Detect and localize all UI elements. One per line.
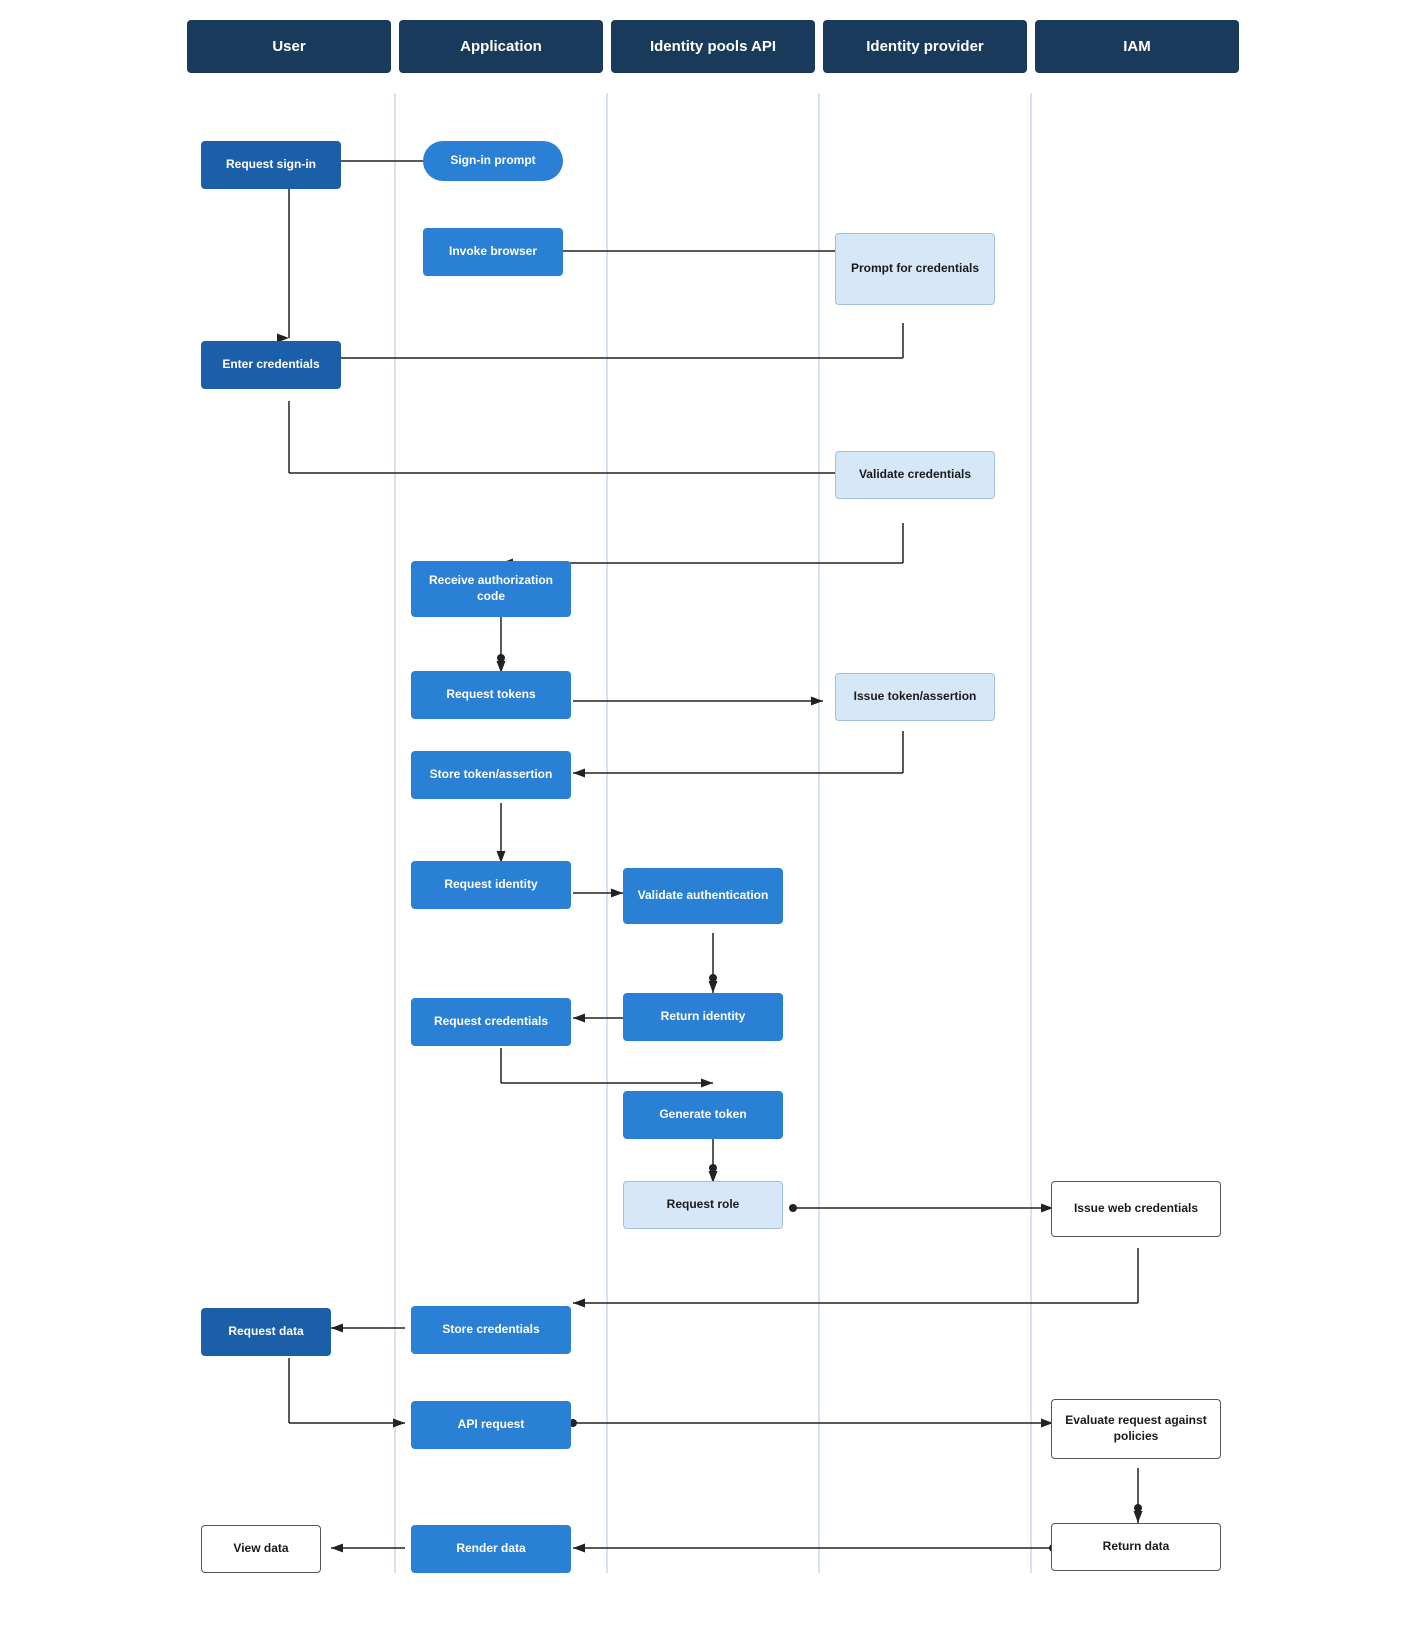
request-credentials-node: Request credentials xyxy=(411,998,571,1046)
request-tokens-node: Request tokens xyxy=(411,671,571,719)
header-user: User xyxy=(187,20,391,73)
request-data-node: Request data xyxy=(201,1308,331,1356)
store-token-assertion-node: Store token/assertion xyxy=(411,751,571,799)
header-iam: IAM xyxy=(1035,20,1239,73)
request-role-node: Request role xyxy=(623,1181,783,1229)
prompt-credentials-node: Prompt for credentials xyxy=(835,233,995,305)
view-data-node: View data xyxy=(201,1525,321,1573)
store-credentials-node: Store credentials xyxy=(411,1306,571,1354)
request-identity-node: Request identity xyxy=(411,861,571,909)
render-data-node: Render data xyxy=(411,1525,571,1573)
issue-token-assertion-node: Issue token/assertion xyxy=(835,673,995,721)
return-data-node: Return data xyxy=(1051,1523,1221,1571)
header-application: Application xyxy=(399,20,603,73)
arrows-svg xyxy=(183,93,1243,1593)
enter-credentials-node: Enter credentials xyxy=(201,341,341,389)
column-headers: User Application Identity pools API Iden… xyxy=(183,20,1243,73)
header-identity-pools: Identity pools API xyxy=(611,20,815,73)
invoke-browser-node: Invoke browser xyxy=(423,228,563,276)
issue-web-credentials-node: Issue web credentials xyxy=(1051,1181,1221,1237)
sign-in-prompt-node: Sign-in prompt xyxy=(423,141,563,181)
header-identity-provider: Identity provider xyxy=(823,20,1027,73)
receive-auth-code-node: Receive authorization code xyxy=(411,561,571,617)
validate-credentials-node: Validate credentials xyxy=(835,451,995,499)
diagram-inner: Request sign-in Enter credentials Reques… xyxy=(183,93,1243,1593)
validate-authentication-node: Validate authentication xyxy=(623,868,783,924)
diagram-container: User Application Identity pools API Iden… xyxy=(183,0,1243,1633)
request-signin-node: Request sign-in xyxy=(201,141,341,189)
evaluate-request-node: Evaluate request against policies xyxy=(1051,1399,1221,1459)
generate-token-node: Generate token xyxy=(623,1091,783,1139)
api-request-node: API request xyxy=(411,1401,571,1449)
return-identity-node: Return identity xyxy=(623,993,783,1041)
